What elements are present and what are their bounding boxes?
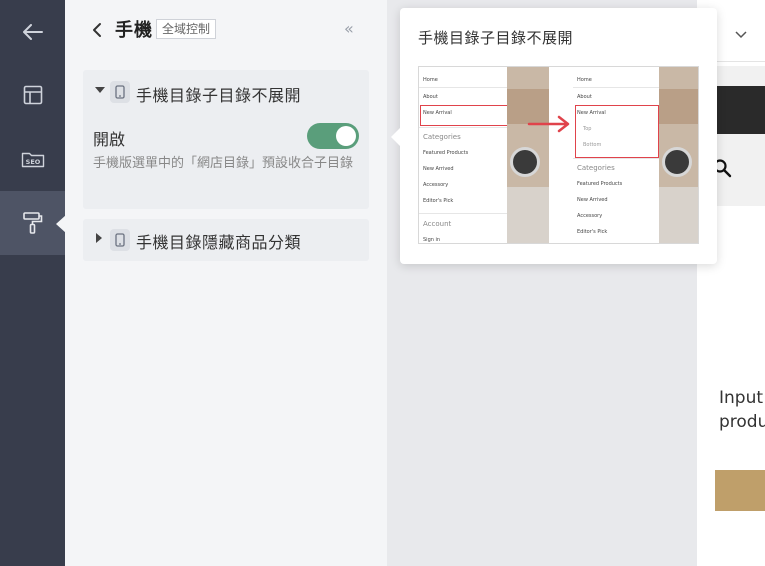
highlight-box: [420, 105, 511, 126]
site-cta-button[interactable]: [715, 470, 765, 511]
mock-menu-item: New Arrived: [423, 166, 454, 172]
page-title: 手機: [115, 20, 153, 41]
panel-back-button[interactable]: [87, 18, 107, 42]
divider: [419, 87, 507, 88]
setting-section-hide-categories: 手機目錄隱藏商品分類: [83, 219, 369, 261]
mock-menu-item: Accessory: [423, 182, 449, 188]
site-dark-block: [717, 86, 765, 134]
panel-header: 手機 全域控制 «: [65, 0, 387, 60]
site-text-line: produ: [719, 412, 765, 432]
menu-mock-collapsed: Home About New Arrival Categories Featur…: [419, 67, 511, 243]
arrow-right-icon: [527, 115, 570, 133]
section-title: 手機目錄子目錄不展開: [136, 86, 302, 105]
left-nav-rail: SEO: [0, 0, 66, 566]
mobile-device-icon: [110, 229, 130, 251]
mock-menu-item: Accessory: [577, 213, 603, 219]
divider: [573, 158, 659, 159]
setting-preview-popover: 手機目錄子目錄不展開 Home About New Arrival Catego…: [391, 8, 717, 264]
section-header[interactable]: 手機目錄子目錄不展開: [83, 70, 369, 114]
mock-menu-item: Editor's Pick: [577, 229, 608, 235]
site-text-line: Input: [719, 388, 764, 408]
caret-right-icon: [96, 233, 102, 243]
product-photo: [659, 67, 698, 243]
caret-down-icon: [95, 87, 105, 93]
enable-toggle[interactable]: [307, 123, 359, 149]
menu-mock-expanded: Home About New Arrival Top Bottom Catego…: [573, 67, 659, 243]
layout-nav-button[interactable]: [0, 63, 65, 127]
paint-roller-icon: [22, 212, 42, 234]
section-title: 手機目錄隱藏商品分類: [136, 233, 302, 252]
toggle-label: 開啟: [93, 130, 126, 149]
mock-menu-item: Home: [577, 77, 592, 83]
popover-title: 手機目錄子目錄不展開: [418, 29, 574, 47]
back-button[interactable]: [0, 0, 65, 64]
preview-illustration: Home About New Arrival Categories Featur…: [418, 66, 699, 244]
divider: [419, 127, 507, 128]
mock-menu-item: Sign in: [423, 237, 441, 243]
scope-badge: 全域控制: [156, 19, 217, 39]
mock-section-header: Categories: [423, 133, 461, 141]
mock-menu-item: About: [423, 94, 438, 100]
seo-icon: SEO: [21, 152, 44, 168]
toggle-knob: [336, 126, 356, 146]
layout-icon: [23, 85, 42, 105]
mock-menu-item: Home: [423, 77, 438, 83]
mock-menu-item: Editor's Pick: [423, 198, 454, 204]
product-photo: [507, 67, 549, 243]
highlight-box: [575, 105, 659, 158]
mock-section-header: Categories: [577, 164, 615, 172]
site-text: Input produ: [719, 386, 765, 434]
chevron-left-icon: [93, 23, 101, 37]
mobile-device-icon: [110, 81, 130, 103]
collapse-panel-icon[interactable]: «: [344, 19, 354, 38]
mock-menu-item: Featured Products: [577, 181, 623, 187]
mock-menu-item: About: [577, 94, 592, 100]
divider: [419, 213, 507, 214]
mock-section-header: Account: [423, 220, 452, 228]
seo-nav-button[interactable]: SEO: [0, 127, 65, 191]
arrow-left-icon: [22, 24, 43, 40]
theme-style-nav-button[interactable]: [0, 191, 66, 255]
section-description: 手機版選單中的「網店目錄」預設收合子目錄: [93, 156, 354, 171]
mock-menu-item: New Arrived: [577, 197, 608, 203]
settings-panel: 手機 全域控制 « 手機目錄子目錄不展開 開啟 手機版選單中的「網店目錄」預設收…: [65, 0, 387, 566]
mock-menu-item: Featured Products: [423, 150, 469, 156]
svg-text:SEO: SEO: [25, 158, 40, 166]
chevron-down-icon[interactable]: [735, 24, 747, 43]
section-header[interactable]: 手機目錄隱藏商品分類: [83, 219, 369, 261]
divider: [573, 87, 659, 88]
setting-section-collapse-subcategories: 手機目錄子目錄不展開 開啟 手機版選單中的「網店目錄」預設收合子目錄: [83, 70, 369, 209]
